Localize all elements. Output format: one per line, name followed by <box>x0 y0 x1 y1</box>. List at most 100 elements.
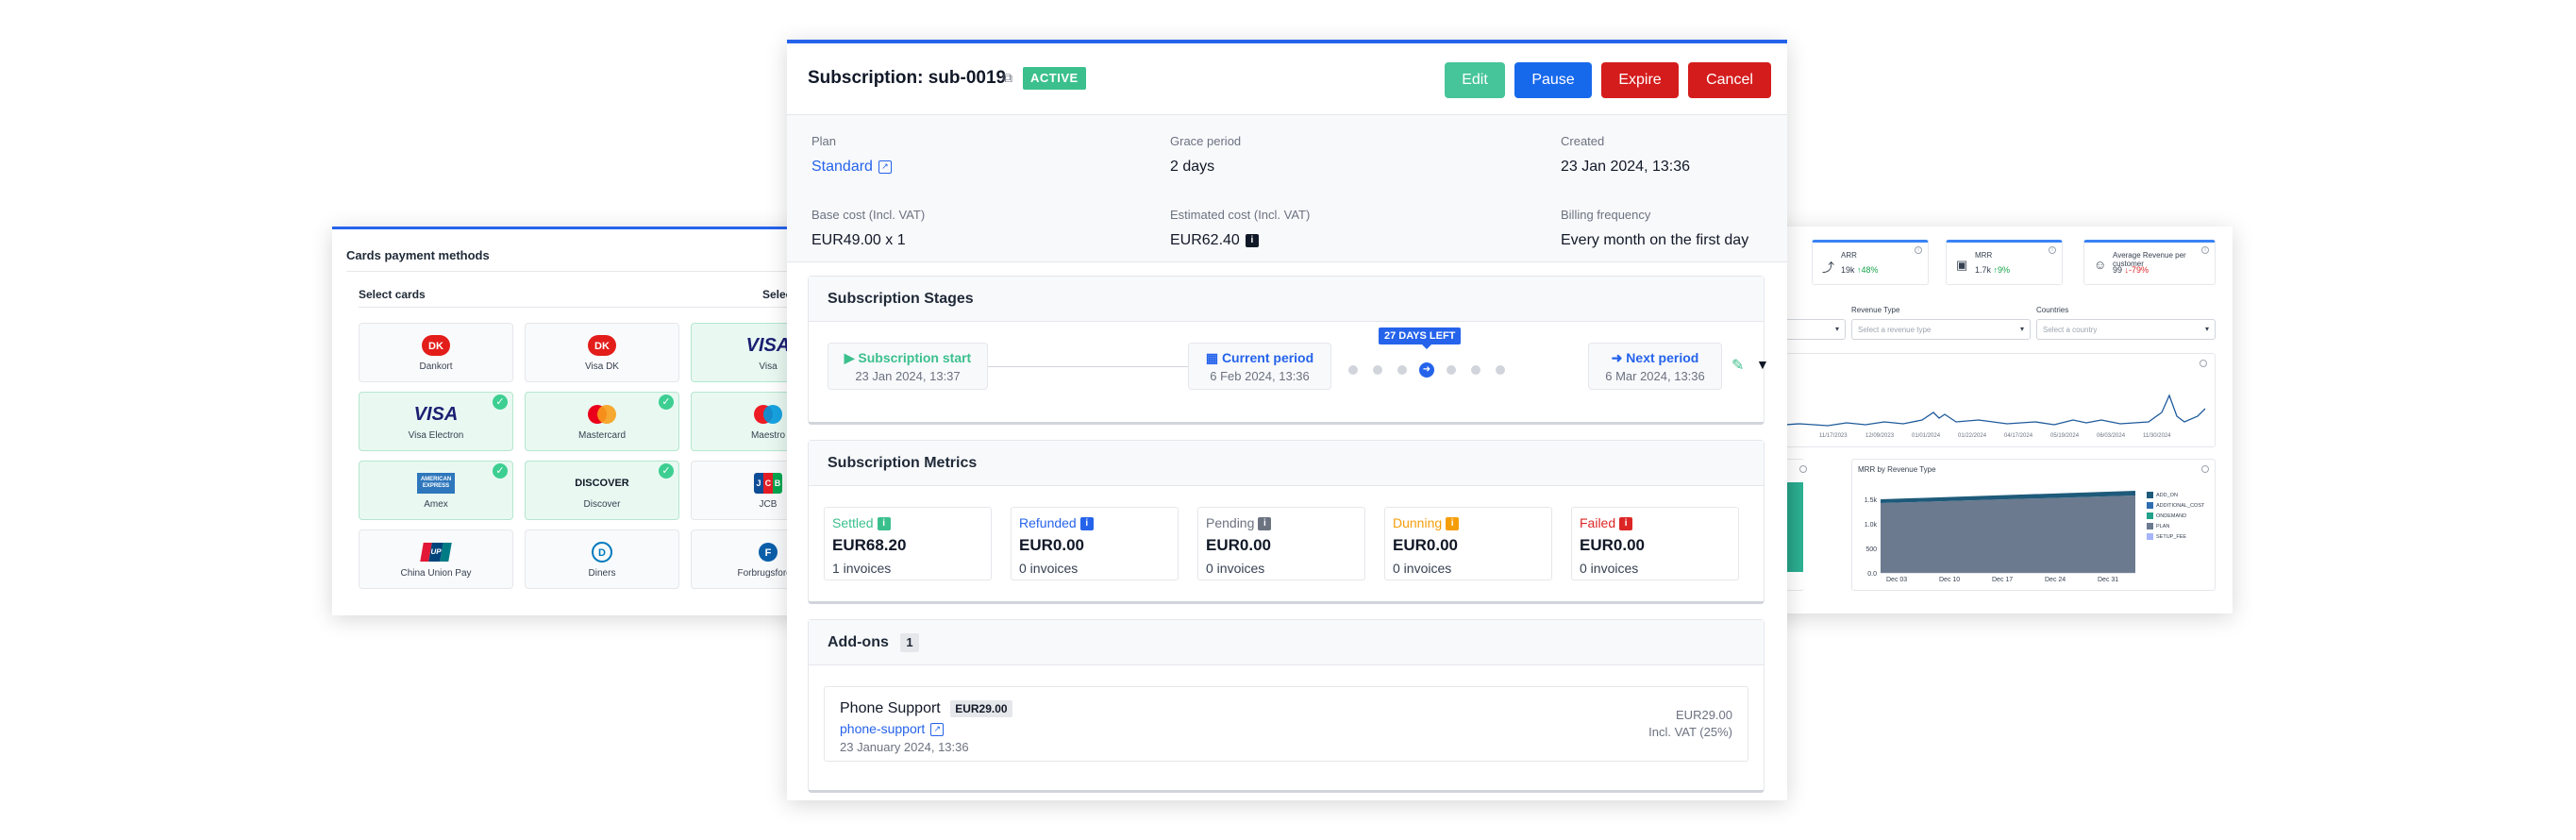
info-icon[interactable]: i <box>1079 517 1094 531</box>
addon-price-badge: EUR29.00 <box>950 700 1012 717</box>
chevron-down-icon[interactable]: ▼ <box>1756 357 1769 372</box>
subscription-stages-section: Subscription Stages ▶ Subscription start… <box>808 276 1769 425</box>
pencil-icon[interactable]: ✎ <box>1731 356 1744 375</box>
addon-handle-link[interactable]: phone-support ↗ <box>840 721 945 737</box>
created-value: 23 Jan 2024, 13:36 <box>1561 159 1691 175</box>
section-title: Add-ons <box>828 634 889 650</box>
info-icon[interactable]: i <box>1915 246 1922 254</box>
card-label: Mastercard <box>577 430 626 441</box>
select-cards-label: Select cards <box>359 288 426 301</box>
edit-button[interactable]: Edit <box>1445 62 1505 98</box>
legend-item[interactable]: ONDEMAND <box>2147 512 2186 519</box>
progress-dot <box>1447 365 1456 375</box>
metric-value: EUR0.00 <box>1206 536 1271 554</box>
card-option-discover[interactable]: ✓ DISCOVER Discover <box>525 461 679 520</box>
card-label: Maestro <box>750 430 786 441</box>
addons-section: Add-ons 1 Phone Support EUR29.00 phone-s… <box>808 619 1765 793</box>
card-option-diners[interactable]: D Diners <box>525 529 679 589</box>
section-title-row: Add-ons 1 <box>809 620 1764 665</box>
metric-label: Settled i <box>832 515 891 531</box>
panel-title: Cards payment methods <box>346 248 490 262</box>
copy-icon[interactable]: ⧉ <box>1003 70 1012 86</box>
progress-dot <box>1397 365 1407 375</box>
estimated-cost-value: EUR62.40 i <box>1170 232 1259 249</box>
card-option-jcb[interactable]: JCB JCB <box>691 461 802 520</box>
divider <box>359 307 802 308</box>
legend-swatch <box>2147 502 2153 509</box>
legend-item[interactable]: ADDITIONAL_COST <box>2147 502 2204 509</box>
cards-payment-methods-panel: Cards payment methods Select cards Selec… <box>332 227 802 615</box>
days-left-badge: 27 DAYS LEFT <box>1379 328 1462 344</box>
svg-text:DK: DK <box>594 341 610 352</box>
maestro-logo-icon <box>752 402 784 427</box>
checkmark-icon: ✓ <box>493 395 508 410</box>
divider <box>346 271 802 272</box>
legend-item[interactable]: SETUP_FEE <box>2147 533 2186 540</box>
subscription-metrics-section: Subscription Metrics Settled i EUR68.20 1 i… <box>808 440 1765 604</box>
estimated-cost-label: Estimated cost (Incl. VAT) <box>1170 208 1311 222</box>
forbrugsforening-logo-icon: F <box>757 540 779 564</box>
badge-pointer <box>1422 344 1431 349</box>
addon-vat: Incl. VAT (25%) <box>1648 725 1732 739</box>
chevron-down-icon: ▾ <box>1834 325 1839 333</box>
info-icon[interactable]: i <box>1446 517 1460 531</box>
checkmark-icon: ✓ <box>659 463 674 479</box>
arrow-right-circle-icon: ➜ <box>1611 350 1627 365</box>
info-icon[interactable]: i <box>1619 517 1633 531</box>
subscription-info: Plan Standard ↗ Grace period 2 days Creat… <box>787 115 1787 262</box>
metric-invoices: 0 invoices <box>1206 561 1265 576</box>
legend-item[interactable]: ADD_ON <box>2147 492 2178 498</box>
addon-amount: EUR29.00 <box>1676 708 1732 722</box>
revenue-trend-chart: 02311/17/202312/09/202301/01/202401/22/2… <box>1770 353 2216 447</box>
metric-invoices: 0 invoices <box>1393 561 1452 576</box>
page-title: Subscription: sub-0019 <box>808 68 1007 88</box>
card-label: Dankort <box>419 361 453 372</box>
external-link-icon: ↗ <box>878 160 892 174</box>
card-option-visa[interactable]: VISA Visa <box>691 323 802 382</box>
discover-logo-icon: DISCOVER <box>575 478 629 489</box>
metric-card-failed: Failed i EUR0.00 0 invoices <box>1571 507 1739 580</box>
revenue-type-select[interactable]: Select a revenue type ▾ <box>1851 319 2031 340</box>
card-option-mastercard[interactable]: ✓ Mastercard <box>525 392 679 451</box>
pause-button[interactable]: Pause <box>1514 62 1592 98</box>
base-cost-value: EUR49.00 x 1 <box>811 232 906 248</box>
info-icon[interactable]: i <box>1245 233 1259 247</box>
x-tick: 06/03/2024 <box>2097 433 2126 439</box>
legend-swatch <box>2147 533 2153 540</box>
card-option-visa-electron[interactable]: ✓ VISA Visa Electron <box>359 392 513 451</box>
info-icon[interactable]: i <box>877 517 891 531</box>
country-select[interactable]: Select a country ▾ <box>2036 319 2216 340</box>
plan-link[interactable]: Standard ↗ <box>811 159 892 176</box>
subscription-start-stage: ▶ Subscription start 23 Jan 2024, 13:37 <box>828 343 988 390</box>
metric-invoices: 0 invoices <box>1580 561 1639 576</box>
card-option-dankort[interactable]: DK Dankort <box>359 323 513 382</box>
progress-dot <box>1496 365 1505 375</box>
screenshot-stage: Cards payment methods Select cards Selec… <box>0 0 2576 840</box>
expire-button[interactable]: Expire <box>1601 62 1679 98</box>
current-step-dot: ➜ <box>1419 362 1434 378</box>
plan-label: Plan <box>811 134 837 148</box>
progress-dot <box>1471 365 1480 375</box>
next-period-stage[interactable]: ➜ Next period 6 Mar 2024, 13:36 <box>1588 343 1722 390</box>
info-icon[interactable]: i <box>2049 246 2056 254</box>
addon-date: 23 January 2024, 13:36 <box>840 740 969 754</box>
info-icon[interactable]: i <box>1258 517 1272 531</box>
card-option-amex[interactable]: ✓ AMERICAN EXPRESS Amex <box>359 461 513 520</box>
metric-label: Refunded i <box>1019 515 1094 531</box>
info-icon[interactable]: i <box>2201 246 2209 254</box>
card-option-maestro[interactable]: Maestro <box>691 392 802 451</box>
addon-item[interactable]: Phone Support EUR29.00 phone-support ↗ 23… <box>824 686 1748 762</box>
calendar-icon: ▦ <box>1205 350 1222 365</box>
cancel-button[interactable]: Cancel <box>1688 62 1771 98</box>
card-option-china-union-pay[interactable]: UP China Union Pay <box>359 529 513 589</box>
chevron-down-icon: ▾ <box>2019 325 2024 333</box>
card-label: JCB <box>759 499 778 510</box>
card-label: Visa DK <box>585 361 619 372</box>
visa-electron-logo-icon: VISA <box>413 403 459 425</box>
card-option-forbrugsforening[interactable]: F Forbrugsforeni <box>691 529 802 589</box>
info-icon[interactable] <box>1799 465 1807 473</box>
card-option-visa-dk[interactable]: DK Visa DK <box>525 323 679 382</box>
subscription-header: Subscription: sub-0019 ⧉ ACTIVE Edit Pau… <box>787 43 1787 115</box>
legend-item[interactable]: PLAN <box>2147 523 2169 529</box>
kpi-title: MRR <box>1975 251 1993 260</box>
